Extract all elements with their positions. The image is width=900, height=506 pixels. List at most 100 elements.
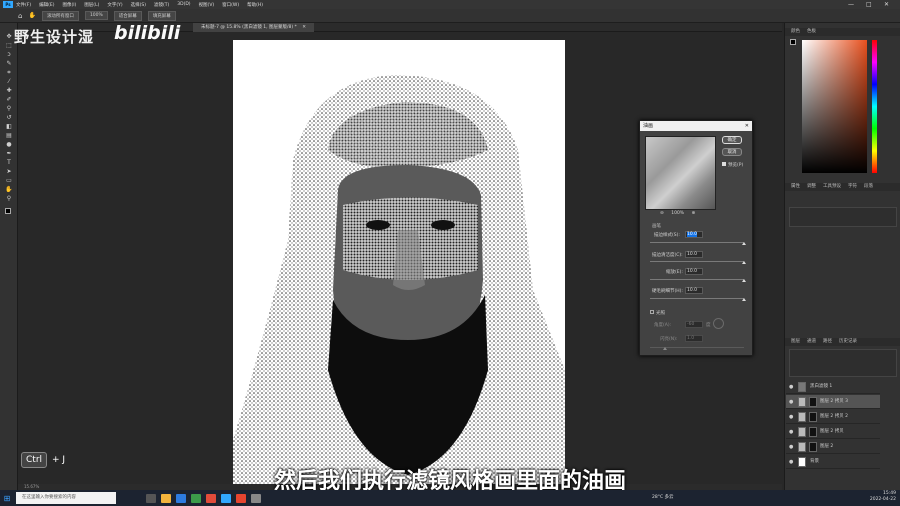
- filter-preview-image[interactable]: [645, 136, 716, 210]
- cleanliness-slider-handle[interactable]: [742, 261, 746, 264]
- color-fg-swatch[interactable]: [790, 39, 796, 45]
- bristle-detail-input[interactable]: 10.0: [685, 287, 703, 294]
- tab-swatches[interactable]: 色板: [807, 28, 816, 36]
- tab-channels[interactable]: 通道: [807, 338, 816, 346]
- maximize-icon[interactable]: □: [866, 1, 872, 8]
- menu-layer[interactable]: 图层(L): [84, 2, 99, 8]
- dialog-close-icon[interactable]: ✕: [745, 121, 749, 131]
- zoom-out-icon[interactable]: ⊖: [660, 211, 664, 216]
- dialog-title-bar[interactable]: 油画 ✕: [640, 121, 752, 131]
- menu-help[interactable]: 帮助(H): [247, 2, 263, 8]
- layer-row-active[interactable]: ● 图层 2 拷贝 3: [786, 395, 880, 409]
- hue-slider[interactable]: [872, 40, 877, 173]
- file-explorer-icon[interactable]: [161, 493, 171, 503]
- taskbar-search-box[interactable]: 在这里输入你要搜索的内容: [16, 492, 116, 504]
- zoom-tool-icon[interactable]: ⚲: [4, 195, 14, 202]
- layer-filter-controls[interactable]: [789, 349, 897, 377]
- layer-row[interactable]: ● 黑白滤镜 1: [786, 380, 880, 394]
- cleanliness-slider[interactable]: [650, 261, 744, 262]
- task-view-icon[interactable]: [146, 493, 156, 503]
- app-icon[interactable]: [236, 493, 246, 503]
- photoshop-taskbar-icon[interactable]: [221, 493, 231, 503]
- fit-screen-button[interactable]: 适合屏幕: [113, 10, 142, 21]
- tab-adjustments[interactable]: 调整: [807, 183, 816, 191]
- tab-layers[interactable]: 图层: [791, 338, 800, 346]
- gloss-slider-handle[interactable]: [663, 347, 667, 350]
- menu-image[interactable]: 图像(I): [62, 2, 76, 8]
- menu-file[interactable]: 文件(F): [16, 2, 31, 8]
- tab-color[interactable]: 颜色: [791, 28, 800, 36]
- weather-widget[interactable]: 28°C 多云: [652, 494, 674, 500]
- crop-tool-icon[interactable]: ⌗: [4, 69, 14, 76]
- menu-type[interactable]: 文字(Y): [107, 2, 122, 8]
- dodge-tool-icon[interactable]: ●: [4, 141, 14, 148]
- layer-row[interactable]: ● 图层 2: [786, 440, 880, 454]
- wechat-icon[interactable]: [191, 493, 201, 503]
- tab-paragraph[interactable]: 段落: [864, 183, 873, 191]
- menu-window[interactable]: 窗口(W): [222, 2, 239, 8]
- history-brush-tool-icon[interactable]: ↺: [4, 114, 14, 121]
- scale-slider-handle[interactable]: [742, 279, 746, 282]
- color-picker-field[interactable]: [802, 40, 867, 173]
- eye-icon[interactable]: ●: [789, 410, 793, 424]
- menu-select[interactable]: 选择(S): [131, 2, 146, 8]
- hand-tool-icon[interactable]: ✋: [4, 186, 14, 193]
- tab-character[interactable]: 字符: [848, 183, 857, 191]
- preview-checkbox[interactable]: 预览(P): [722, 162, 743, 168]
- menu-edit[interactable]: 编辑(E): [39, 2, 54, 8]
- tab-close-icon[interactable]: ✕: [302, 25, 306, 30]
- eye-icon[interactable]: ●: [789, 395, 793, 409]
- tab-history[interactable]: 历史记录: [839, 338, 857, 346]
- bristle-detail-slider[interactable]: [650, 298, 744, 299]
- healing-brush-tool-icon[interactable]: ✚: [4, 87, 14, 94]
- windows-start-icon[interactable]: ⊞: [0, 490, 14, 506]
- marquee-tool-icon[interactable]: ⬚: [4, 42, 14, 49]
- stylization-slider[interactable]: [650, 242, 744, 243]
- eye-icon[interactable]: ●: [789, 380, 793, 394]
- layer-row[interactable]: ● 图层 2 拷贝: [786, 425, 880, 439]
- angle-input[interactable]: -60: [685, 321, 703, 328]
- gradient-tool-icon[interactable]: ▤: [4, 132, 14, 139]
- gloss-input[interactable]: 1.0: [685, 335, 703, 342]
- brush-tool-icon[interactable]: ✐: [4, 96, 14, 103]
- fill-screen-button[interactable]: 填充屏幕: [147, 10, 176, 21]
- bristle-detail-slider-handle[interactable]: [742, 298, 746, 301]
- path-select-tool-icon[interactable]: ➤: [4, 168, 14, 175]
- stylization-input[interactable]: 10.0: [685, 231, 703, 238]
- layer-row[interactable]: ● 图层 2 拷贝 2: [786, 410, 880, 424]
- app-icon[interactable]: [251, 493, 261, 503]
- home-icon[interactable]: ⌂: [18, 12, 22, 20]
- cancel-button[interactable]: 取消: [722, 148, 742, 156]
- app-icon[interactable]: [206, 493, 216, 503]
- eyedropper-tool-icon[interactable]: ⁄: [4, 78, 14, 85]
- eraser-tool-icon[interactable]: ◧: [4, 123, 14, 130]
- menu-3d[interactable]: 3D(D): [177, 2, 190, 7]
- stylization-slider-handle[interactable]: [742, 242, 746, 245]
- minimize-icon[interactable]: —: [848, 1, 854, 8]
- eye-icon[interactable]: ●: [789, 440, 793, 454]
- move-tool-icon[interactable]: ✥: [4, 33, 14, 40]
- document-canvas-image[interactable]: [233, 40, 565, 488]
- rectangle-tool-icon[interactable]: ▭: [4, 177, 14, 184]
- close-icon[interactable]: ✕: [884, 1, 889, 8]
- document-tab[interactable]: 未标题-7 @ 15.8% (黑白滤镜 1, 图层蒙版/8) * ✕: [193, 23, 315, 32]
- angle-dial-icon[interactable]: [713, 318, 724, 329]
- tab-tool-presets[interactable]: 工具预设: [823, 183, 841, 191]
- scale-input[interactable]: 10.0: [685, 268, 703, 275]
- zoom-100-button[interactable]: 100%: [84, 11, 108, 20]
- lasso-tool-icon[interactable]: ↄ: [4, 51, 14, 58]
- pen-tool-icon[interactable]: ✒: [4, 150, 14, 157]
- menu-filter[interactable]: 滤镜(T): [154, 2, 169, 8]
- scale-slider[interactable]: [650, 279, 744, 280]
- foreground-color-swatch[interactable]: [5, 208, 11, 214]
- quick-select-tool-icon[interactable]: ✎: [4, 60, 14, 67]
- cleanliness-input[interactable]: 10.0: [685, 251, 703, 258]
- scroll-all-windows-checkbox[interactable]: 滚动所有窗口: [41, 10, 79, 21]
- eye-icon[interactable]: ●: [789, 425, 793, 439]
- zoom-in-icon[interactable]: ⊕: [692, 211, 696, 216]
- ok-button[interactable]: 确定: [722, 136, 742, 144]
- tab-properties[interactable]: 属性: [791, 183, 800, 191]
- edge-browser-icon[interactable]: [176, 493, 186, 503]
- tab-paths[interactable]: 路径: [823, 338, 832, 346]
- clone-stamp-tool-icon[interactable]: ⚲: [4, 105, 14, 112]
